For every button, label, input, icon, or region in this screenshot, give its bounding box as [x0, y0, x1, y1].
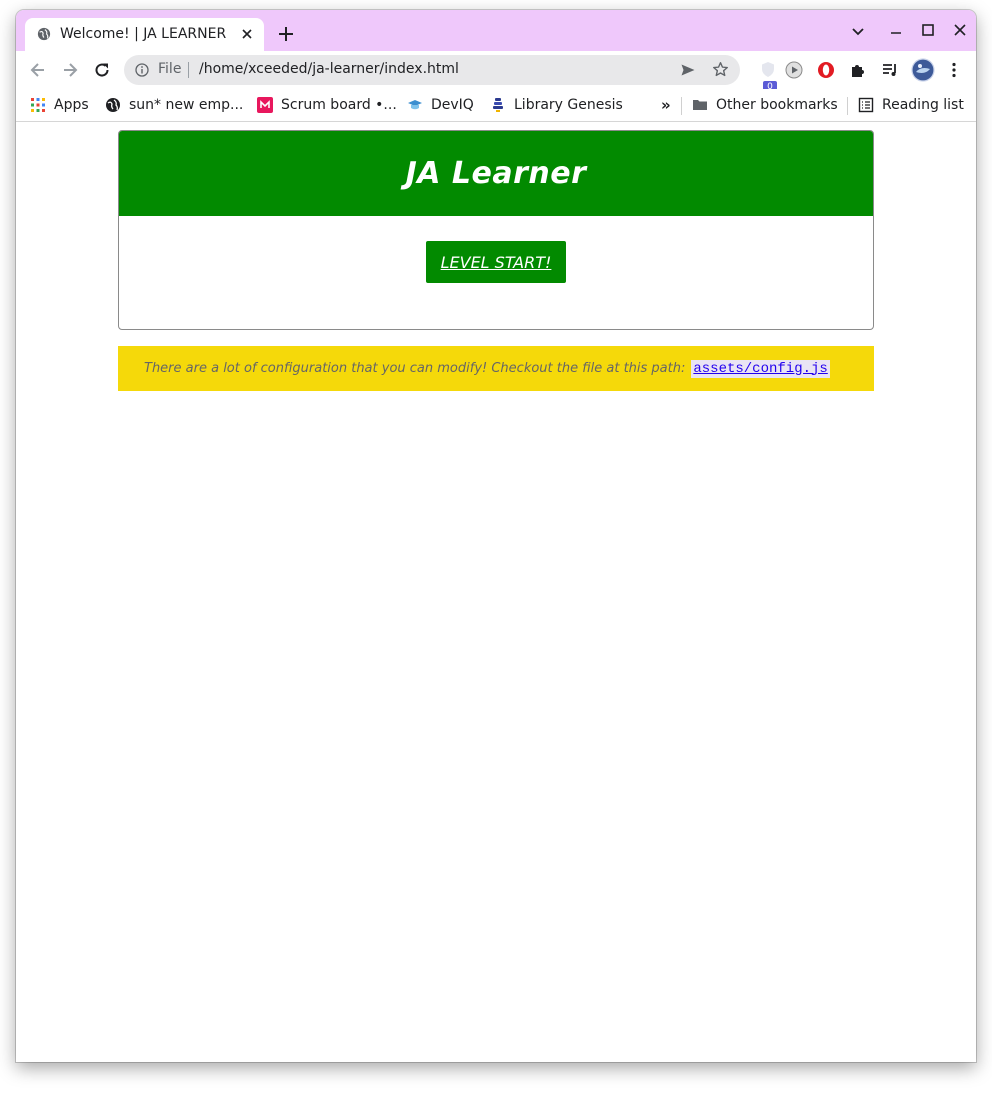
bookmark-label: DevIQ: [431, 97, 474, 113]
tab-search-icon[interactable]: [850, 23, 866, 39]
star-icon[interactable]: [712, 61, 729, 78]
level-start-label: LEVEL START!: [440, 252, 552, 272]
reading-list[interactable]: Reading list: [858, 94, 964, 116]
minimize-icon[interactable]: [888, 23, 904, 39]
omnibox-divider: [188, 62, 189, 78]
bookmark-label: Apps: [54, 97, 89, 113]
apps-grid-icon: [31, 98, 45, 112]
kebab-menu-icon[interactable]: [944, 60, 964, 80]
new-tab-icon[interactable]: [276, 24, 296, 44]
bookmark-library-genesis[interactable]: Library Genesis: [490, 94, 623, 116]
reading-list-label: Reading list: [882, 97, 964, 113]
other-bookmarks-label: Other bookmarks: [716, 97, 838, 113]
send-icon[interactable]: [680, 62, 696, 78]
bookmarks-divider: [681, 97, 682, 115]
back-arrow-icon[interactable]: [28, 60, 48, 80]
card-header: JA Learner: [119, 131, 873, 216]
folder-icon: [693, 100, 707, 110]
close-icon[interactable]: [239, 26, 255, 42]
reload-icon[interactable]: [92, 60, 112, 80]
other-bookmarks[interactable]: Other bookmarks: [692, 94, 838, 116]
maximize-icon[interactable]: [920, 22, 936, 38]
browser-toolbar: File /home/xceeded/ja-learner/index.html…: [16, 51, 976, 93]
browser-window: Welcome! | JA LEARNER File /home/xceeded…: [16, 10, 976, 1062]
graduation-cap-icon: [408, 100, 422, 110]
bookmark-label: Scrum board •...: [281, 97, 397, 113]
page-title: JA Learner: [405, 156, 587, 191]
config-notice: There are a lot of configuration that yo…: [118, 346, 874, 391]
page-content: JA Learner LEVEL START! There are a lot …: [16, 122, 976, 1062]
address-bar[interactable]: File /home/xceeded/ja-learner/index.html: [124, 55, 740, 85]
library-icon: [493, 98, 503, 112]
bookmarks-overflow[interactable]: »: [661, 94, 671, 116]
bookmark-label: sun* new emp...: [129, 97, 244, 113]
avatar[interactable]: [911, 58, 935, 82]
puzzle-icon[interactable]: [848, 60, 868, 80]
window-close-icon[interactable]: [952, 22, 968, 38]
opera-icon[interactable]: [816, 60, 836, 80]
forward-arrow-icon[interactable]: [60, 60, 80, 80]
bookmark-apps[interactable]: Apps: [30, 94, 89, 116]
level-start-button[interactable]: LEVEL START!: [426, 241, 566, 283]
bookmark-deviq[interactable]: DevIQ: [407, 94, 474, 116]
play-icon[interactable]: [784, 60, 804, 80]
bookmark-sun-new-emp[interactable]: sun* new emp...: [105, 94, 243, 116]
bookmarks-divider: [847, 97, 848, 115]
notice-text: There are a lot of configuration that yo…: [144, 361, 686, 376]
m-logo-icon: [257, 97, 273, 113]
globe-icon: [106, 98, 120, 112]
tab-welcome[interactable]: Welcome! | JA LEARNER: [25, 18, 264, 51]
bookmarks-bar: Apps sun* new emp... Scrum board •... De…: [16, 89, 976, 122]
globe-icon: [37, 27, 51, 41]
bookmark-scrum-board[interactable]: Scrum board •...: [257, 94, 397, 116]
media-queue-icon[interactable]: [880, 60, 900, 80]
url-scheme: File: [158, 61, 182, 77]
config-path-link[interactable]: assets/config.js: [691, 359, 830, 378]
bookmark-label: Library Genesis: [514, 97, 623, 113]
reading-list-icon: [858, 97, 874, 113]
tab-strip: Welcome! | JA LEARNER: [16, 10, 976, 51]
extension-shield-icon[interactable]: [758, 60, 778, 80]
tab-title: Welcome! | JA LEARNER: [60, 26, 227, 42]
url-text[interactable]: /home/xceeded/ja-learner/index.html: [199, 61, 459, 77]
info-icon[interactable]: [135, 63, 149, 77]
welcome-card: JA Learner LEVEL START!: [118, 130, 874, 330]
